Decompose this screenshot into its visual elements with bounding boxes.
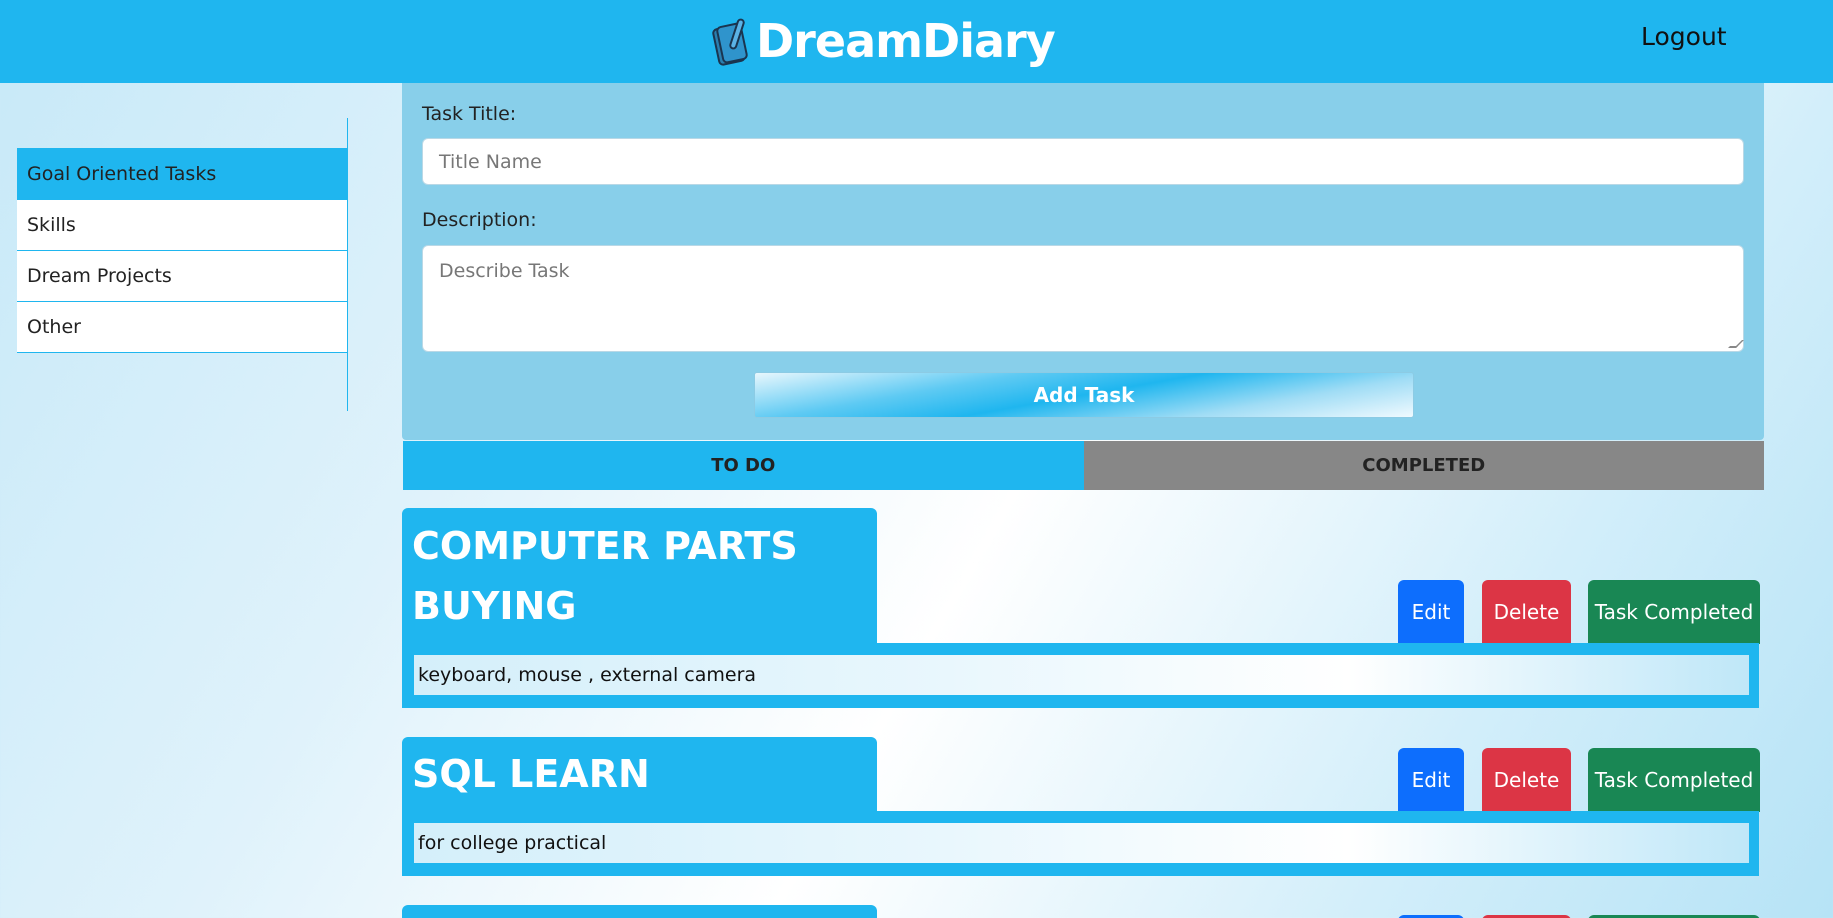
task-body: for college practical <box>402 811 1759 876</box>
description-textarea[interactable]: Describe Task <box>422 245 1744 352</box>
task-completed-button[interactable]: Task Completed <box>1588 580 1760 644</box>
description-placeholder: Describe Task <box>439 260 570 282</box>
sidebar-item-other[interactable]: Other <box>17 302 347 353</box>
task-description: for college practical <box>414 823 1749 863</box>
category-sidebar: Goal Oriented Tasks Skills Dream Project… <box>17 148 347 353</box>
task-body: keyboard, mouse , external camera <box>402 643 1759 708</box>
add-task-form: Task Title: Title Name Description: Desc… <box>402 83 1764 440</box>
task-title: COMPUTER PARTS BUYING <box>402 508 877 644</box>
task-completed-button[interactable]: Task Completed <box>1588 748 1760 812</box>
delete-button[interactable]: Delete <box>1482 748 1571 812</box>
brand-name: DreamDiary <box>756 14 1056 68</box>
top-navbar: DreamDiary Logout <box>0 0 1833 83</box>
brand-logo[interactable]: DreamDiary <box>712 10 1056 72</box>
task-title <box>402 905 877 918</box>
task-title: SQL LEARN <box>402 737 877 812</box>
edit-button[interactable]: Edit <box>1398 580 1464 644</box>
sidebar-item-skills[interactable]: Skills <box>17 200 347 251</box>
task-tabs: TO DO COMPLETED <box>403 441 1764 490</box>
task-title-label: Task Title: <box>422 103 517 125</box>
add-task-button[interactable]: Add Task <box>754 372 1414 418</box>
resize-handle-icon[interactable] <box>1728 340 1744 348</box>
tab-completed[interactable]: COMPLETED <box>1083 441 1764 490</box>
task-title-input[interactable]: Title Name <box>422 138 1744 185</box>
task-description: keyboard, mouse , external camera <box>414 655 1749 695</box>
logout-link[interactable]: Logout <box>1641 22 1727 51</box>
delete-button[interactable]: Delete <box>1482 580 1571 644</box>
edit-button[interactable]: Edit <box>1398 748 1464 812</box>
sidebar-item-dream-projects[interactable]: Dream Projects <box>17 251 347 302</box>
description-label: Description: <box>422 209 537 231</box>
sidebar-divider <box>347 118 348 411</box>
sidebar-item-goal-oriented-tasks[interactable]: Goal Oriented Tasks <box>17 149 347 200</box>
tab-todo[interactable]: TO DO <box>403 441 1084 490</box>
notebook-pen-icon <box>712 18 748 66</box>
